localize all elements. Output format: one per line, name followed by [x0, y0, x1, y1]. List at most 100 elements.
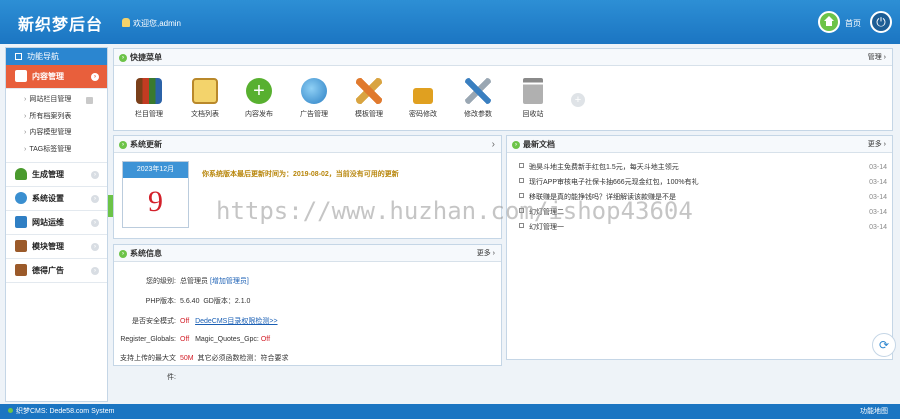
doc-date: 03-14	[869, 164, 887, 171]
quick-item-docs[interactable]: 文档列表	[180, 78, 230, 119]
chevron-right-icon: ›	[512, 141, 520, 149]
tree-icon	[15, 168, 27, 180]
chevron-right-icon: ›	[91, 219, 99, 227]
footer-left: 织梦CMS: Dede58.com System	[8, 404, 114, 419]
sidebar-item-ads[interactable]: 德得广告 ›	[6, 259, 107, 283]
subitem-label: 所有档案列表	[29, 112, 72, 120]
sidebar-item-generate[interactable]: 生成管理 ›	[6, 163, 107, 187]
sidebar-subitem-models[interactable]: 内容模型管理	[6, 125, 107, 142]
footer-bar: 织梦CMS: Dede58.com System 功能地图	[0, 404, 900, 419]
info-value: 总管理员 [增加管理员]	[180, 272, 249, 291]
add-admin-link[interactable]: [增加管理员]	[210, 278, 249, 285]
info-key: PHP版本:	[145, 298, 176, 305]
power-icon[interactable]: ⏻	[870, 11, 892, 33]
tools-icon	[465, 78, 491, 104]
info-value: Off Magic_Quotes_Gpc: Off	[180, 330, 270, 349]
welcome-text: 欢迎您,admin	[122, 18, 181, 29]
books-icon	[136, 78, 162, 104]
sidebar-item-label: 德得广告	[32, 266, 64, 275]
quick-item-label: 回收站	[522, 111, 544, 118]
permission-check-link[interactable]: DedeCMS目录权限检测>>	[195, 318, 277, 325]
quick-menu-header: › 快捷菜单 管理 ›	[114, 49, 892, 66]
quick-item-ads[interactable]: 广告管理	[289, 78, 339, 119]
upload-max-value: 50M	[180, 355, 194, 362]
sidebar-item-label: 生成管理	[32, 170, 64, 179]
add-icon[interactable]	[86, 97, 93, 104]
home-link[interactable]: 首页	[845, 18, 861, 29]
manage-link[interactable]: 管理 ›	[868, 49, 886, 66]
quick-item-password[interactable]: 密码修改	[398, 78, 448, 119]
notepad-icon	[192, 78, 218, 104]
sidebar-item-ops[interactable]: 网站运维 ›	[6, 211, 107, 235]
panel-title: 最新文档	[523, 140, 555, 149]
quick-menu-panel: › 快捷菜单 管理 › 栏目管理 文档列表 + 内容发布 广告管理 模板管理 密码修改…	[113, 48, 893, 131]
watermark: https://www.huzhan.com/ishop43604	[216, 197, 693, 225]
info-value: Off DedeCMS目录权限检测>>	[180, 312, 278, 331]
trash-icon	[523, 78, 543, 104]
sidebar-item-content[interactable]: 内容管理 ›	[6, 65, 107, 89]
update-message: 你系统版本最后更新时间为：2019-08-02，当前没有可用的更新	[202, 171, 399, 178]
docs-header: › 最新文档 更多 ›	[507, 136, 892, 153]
latest-docs-panel: › 最新文档 更多 › 驰昊斗地主免费新手红包1.5元，每天斗地主领元 03-14 现…	[506, 135, 893, 360]
chevron-right-icon: ›	[91, 171, 99, 179]
level-value: 总管理员	[180, 278, 208, 285]
info-value: 50M 其它必须函数检测：符合要求	[180, 349, 289, 368]
chevron-right-icon: ›	[119, 141, 127, 149]
info-row-safemode: 是否安全模式: Off DedeCMS目录权限检测>>	[114, 312, 503, 331]
footer-copyright: 织梦CMS: Dede58.com System	[16, 408, 115, 415]
sidebar-submenu: 网站栏目管理 所有档案列表 内容模型管理 TAG标签管理	[6, 89, 107, 163]
magic-quotes-label: Magic_Quotes_Gpc:	[195, 336, 259, 343]
settings-icon	[15, 192, 27, 204]
welcome-label: 欢迎您,admin	[133, 19, 182, 28]
chevron-right-icon: ›	[119, 54, 127, 62]
chevron-right-icon[interactable]: ›	[492, 136, 495, 153]
panel-title: 系统信息	[130, 249, 162, 258]
float-help-icon[interactable]: ⟳	[872, 333, 896, 357]
sidebar-subitem-archives[interactable]: 所有档案列表	[6, 109, 107, 126]
functions-check: 其它必须函数检测：符合要求	[197, 355, 289, 362]
more-link[interactable]: 更多 ›	[477, 245, 495, 262]
magic-quotes-value: Off	[260, 336, 271, 343]
more-link[interactable]: 更多 ›	[868, 136, 886, 153]
status-dot-icon	[8, 408, 13, 413]
info-row-upload: 支持上传的最大文件: 50M 其它必须函数检测：符合要求	[114, 349, 503, 381]
app-logo: 新织梦后台	[18, 15, 104, 34]
quick-item-templates[interactable]: 模板管理	[344, 78, 394, 119]
doc-row[interactable]: 现行APP审核电子社保卡抽666元现金红包，100%有礼 03-14	[519, 175, 887, 190]
doc-date: 03-14	[869, 194, 887, 201]
info-key: 支持上传的最大文件:	[120, 355, 176, 381]
sidebar-item-modules[interactable]: 模块管理 ›	[6, 235, 107, 259]
gd-version: GD版本：2.1.0	[203, 298, 251, 305]
panel-title: 系统更新	[130, 140, 162, 149]
sidebar-subitem-column[interactable]: 网站栏目管理	[6, 92, 107, 109]
quick-item-params[interactable]: 修改参数	[453, 78, 503, 119]
sidebar-item-label: 系统设置	[32, 194, 64, 203]
doc-title[interactable]: 驰昊斗地主免费新手红包1.5元，每天斗地主领元	[519, 160, 679, 175]
user-icon	[122, 18, 130, 27]
quick-item-label: 修改参数	[464, 111, 492, 118]
add-shortcut-icon[interactable]: +	[571, 93, 585, 107]
book-icon	[15, 264, 27, 276]
safe-mode-value: Off	[180, 318, 190, 325]
doc-row[interactable]: 驰昊斗地主免费新手红包1.5元，每天斗地主领元 03-14	[519, 160, 887, 175]
quick-item-trash[interactable]: 回收站	[508, 78, 558, 119]
calendar-day: 9	[148, 185, 163, 218]
sidebar-item-settings[interactable]: 系统设置 ›	[6, 187, 107, 211]
info-key: 是否安全模式:	[132, 318, 176, 325]
info-value: 5.6.40 GD版本：2.1.0	[180, 292, 250, 311]
quick-item-label: 内容发布	[245, 111, 273, 118]
update-header: › 系统更新 ›	[114, 136, 501, 153]
sitemap-link[interactable]: 功能地图	[860, 404, 888, 419]
chevron-right-icon: ›	[119, 250, 127, 258]
calendar-widget: 2023年12月 9	[122, 161, 189, 228]
doc-title[interactable]: 现行APP审核电子社保卡抽666元现金红包，100%有礼	[519, 175, 699, 190]
quick-item-columns[interactable]: 栏目管理	[124, 78, 174, 119]
quick-item-label: 栏目管理	[135, 111, 163, 118]
book-icon	[15, 240, 27, 252]
home-icon[interactable]	[818, 11, 840, 33]
system-info-panel: › 系统信息 更多 › 您的级别: 总管理员 [增加管理员] PHP版本: 5.6.40…	[113, 244, 503, 381]
sidebar-title-label: 功能导航	[27, 52, 59, 61]
sidebar-subitem-tags[interactable]: TAG标签管理	[6, 142, 107, 159]
info-row-level: 您的级别: 总管理员 [增加管理员]	[114, 272, 503, 291]
quick-item-publish[interactable]: + 内容发布	[234, 78, 284, 119]
